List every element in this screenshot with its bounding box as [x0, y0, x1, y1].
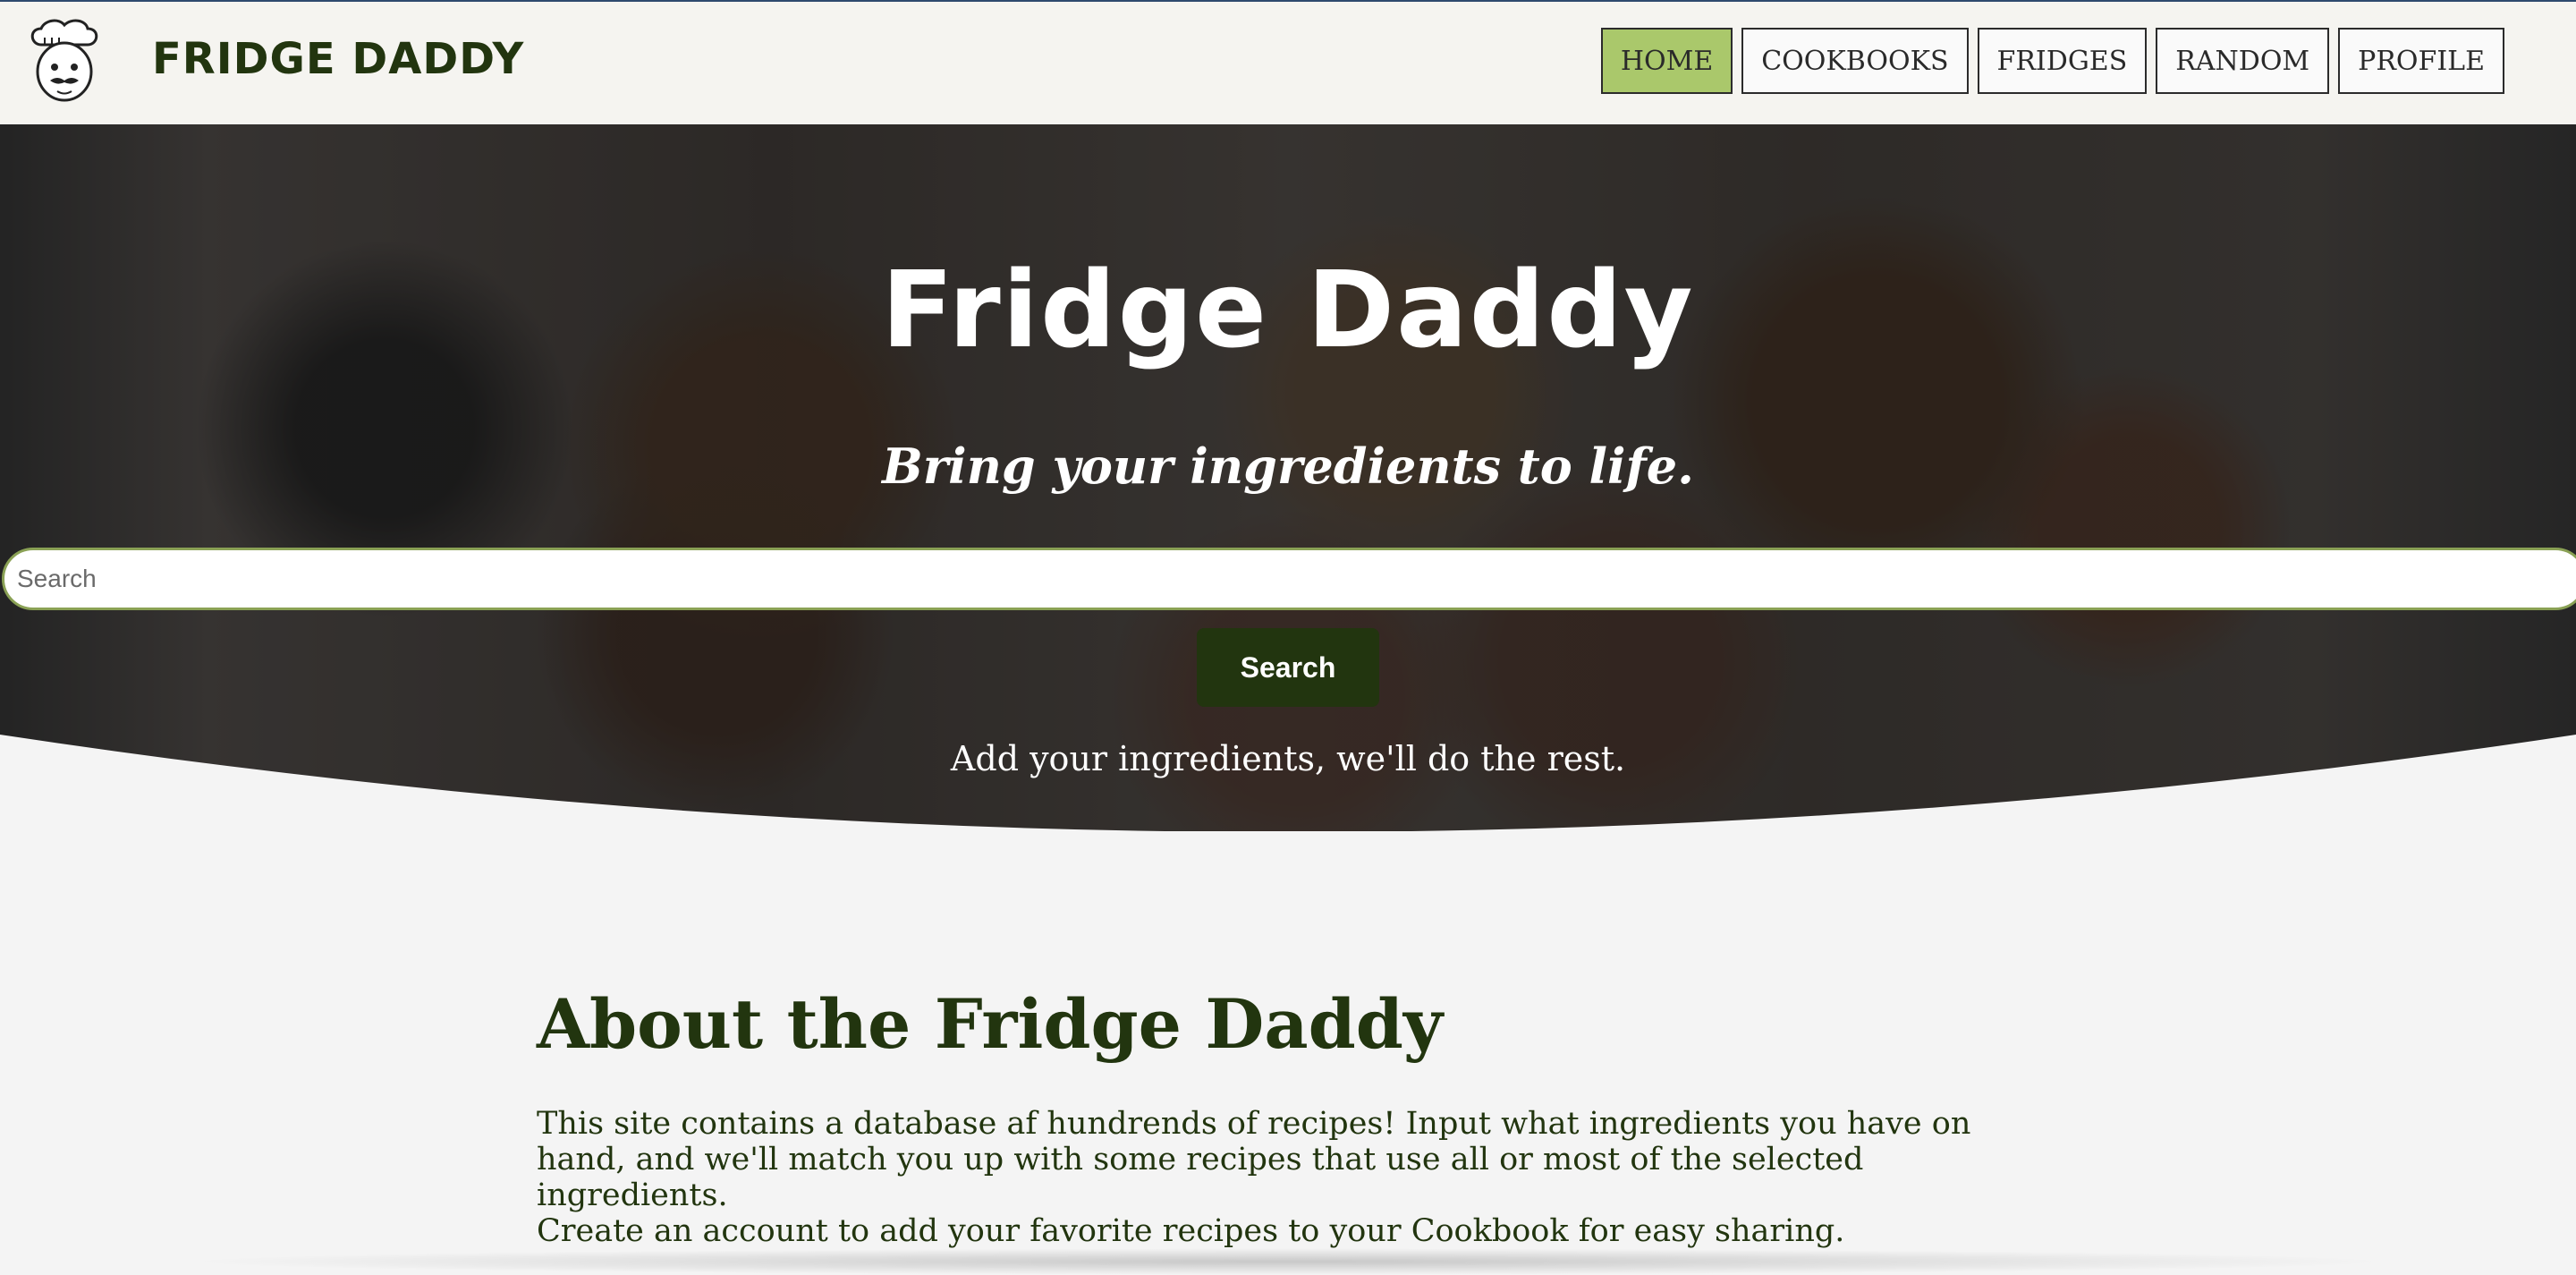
main-nav: HOME COOKBOOKS FRIDGES RANDOM PROFILE — [1600, 28, 2504, 94]
search-input[interactable] — [2, 548, 2576, 610]
about-title: About the Fridge Daddy — [537, 984, 1444, 1064]
hero-note: Add your ingredients, we'll do the rest. — [950, 739, 1626, 778]
hero-section: Fridge Daddy Bring your ingredients to l… — [0, 124, 2576, 831]
about-paragraph-1: This site contains a database af hundren… — [537, 1106, 1971, 1213]
nav-cookbooks[interactable]: COOKBOOKS — [1741, 28, 1969, 94]
nav-profile[interactable]: PROFILE — [2338, 28, 2504, 94]
search-button[interactable]: Search — [1197, 628, 1379, 707]
navbar: FRIDGE DADDY HOME COOKBOOKS FRIDGES RAND… — [0, 2, 2576, 124]
nav-random[interactable]: RANDOM — [2156, 28, 2330, 94]
brand-name[interactable]: FRIDGE DADDY — [152, 34, 524, 84]
content-card-shadow — [179, 1248, 2397, 1275]
about-paragraph-2: Create an account to add your favorite r… — [537, 1213, 1845, 1249]
nav-home[interactable]: HOME — [1600, 28, 1733, 94]
nav-fridges[interactable]: FRIDGES — [1977, 28, 2148, 94]
chef-face-icon[interactable] — [23, 18, 106, 104]
hero-subtitle: Bring your ingredients to life. — [882, 438, 1694, 495]
hero-title: Fridge Daddy — [881, 248, 1695, 371]
